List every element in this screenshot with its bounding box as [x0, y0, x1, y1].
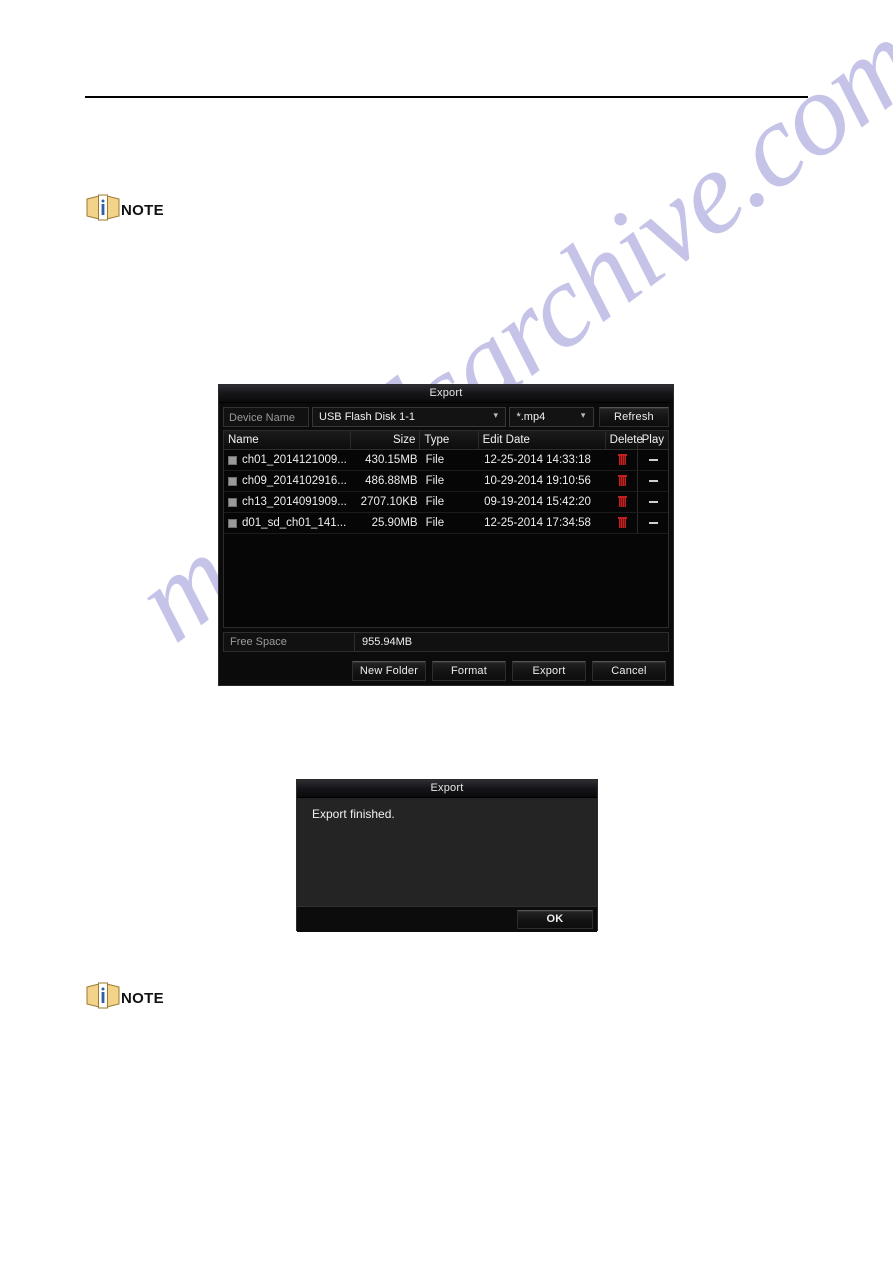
free-space-row: Free Space 955.94MB [223, 632, 669, 652]
file-type: File [425, 496, 445, 508]
cancel-button[interactable]: Cancel [592, 661, 666, 681]
file-type: File [425, 454, 445, 466]
file-name: ch13_2014091909... [242, 496, 347, 508]
table-row[interactable]: ch01_2014121009... 430.15MB File 12-25-2… [224, 450, 668, 471]
chevron-down-icon: ▾ [493, 410, 498, 420]
file-table: Name Size Type Edit Date Delete Play ch0… [223, 430, 669, 628]
delete-cell[interactable] [608, 450, 639, 470]
format-button[interactable]: Format [432, 661, 506, 681]
dash-icon [648, 500, 658, 503]
export-dialog: Export Device Name USB Flash Disk 1-1 ▾ … [218, 384, 674, 686]
column-header-type[interactable]: Type [420, 431, 479, 449]
refresh-button[interactable]: Refresh [598, 407, 669, 427]
file-date: 10-29-2014 19:10:56 [484, 475, 591, 487]
dash-icon [648, 458, 658, 461]
file-size: 486.88MB [365, 475, 418, 487]
device-name-label: Device Name [223, 407, 310, 427]
file-type: File [425, 475, 445, 487]
file-name: d01_sd_ch01_141... [242, 517, 347, 529]
delete-cell[interactable] [608, 471, 639, 491]
dash-icon [648, 479, 658, 482]
column-header-date[interactable]: Edit Date [479, 431, 606, 449]
note-book-icon [86, 982, 120, 1010]
column-header-size[interactable]: Size [351, 431, 421, 449]
file-checkbox[interactable] [228, 455, 237, 465]
delete-cell[interactable] [608, 513, 639, 533]
play-cell[interactable] [638, 513, 668, 533]
device-select-value: USB Flash Disk 1-1 [319, 411, 415, 423]
trash-icon[interactable] [618, 475, 628, 487]
trash-icon[interactable] [618, 454, 628, 466]
file-date: 09-19-2014 15:42:20 [484, 496, 591, 508]
dialog-footer: OK [297, 906, 597, 932]
free-space-value: 955.94MB [362, 636, 413, 648]
table-header-row: Name Size Type Edit Date Delete Play [224, 431, 668, 450]
table-empty-area [224, 534, 668, 627]
page-header-rule [85, 96, 808, 98]
play-cell[interactable] [638, 492, 668, 512]
note-book-icon [86, 194, 120, 222]
export-finished-dialog: Export Export finished. OK [296, 779, 598, 932]
dialog-title: Export [297, 780, 597, 798]
ok-button[interactable]: OK [517, 910, 593, 929]
file-size: 430.15MB [365, 454, 418, 466]
file-name: ch09_2014102916... [242, 475, 347, 487]
dialog-button-row: New Folder Format Export Cancel [219, 661, 673, 681]
dialog-title: Export [219, 385, 673, 403]
play-cell[interactable] [638, 450, 668, 470]
column-header-play: Play [641, 434, 665, 446]
table-row[interactable]: ch13_2014091909... 2707.10KB File 09-19-… [224, 492, 668, 513]
column-header-name[interactable]: Name [224, 431, 351, 449]
note-block-2: NOTE [86, 982, 164, 1010]
device-row: Device Name USB Flash Disk 1-1 ▾ *.mp4 ▾… [219, 403, 673, 430]
note-label: NOTE [121, 989, 164, 1007]
file-format-value: *.mp4 [516, 411, 546, 423]
dialog-message: Export finished. [297, 798, 597, 906]
file-format-select[interactable]: *.mp4 ▾ [509, 407, 594, 427]
file-type: File [425, 517, 445, 529]
device-select[interactable]: USB Flash Disk 1-1 ▾ [312, 407, 507, 427]
table-row[interactable]: ch09_2014102916... 486.88MB File 10-29-2… [224, 471, 668, 492]
table-row[interactable]: d01_sd_ch01_141... 25.90MB File 12-25-20… [224, 513, 668, 534]
note-block-1: NOTE [86, 194, 164, 222]
file-checkbox[interactable] [228, 497, 237, 507]
file-date: 12-25-2014 14:33:18 [484, 454, 591, 466]
file-size: 2707.10KB [360, 496, 418, 508]
file-checkbox[interactable] [228, 518, 237, 528]
file-date: 12-25-2014 17:34:58 [484, 517, 591, 529]
file-name: ch01_2014121009... [242, 454, 347, 466]
file-size: 25.90MB [371, 517, 418, 529]
free-space-label: Free Space [224, 633, 355, 651]
delete-cell[interactable] [608, 492, 639, 512]
file-checkbox[interactable] [228, 476, 237, 486]
trash-icon[interactable] [618, 496, 628, 508]
note-label: NOTE [121, 201, 164, 219]
play-cell[interactable] [638, 471, 668, 491]
column-header-delete: Delete [606, 431, 643, 449]
trash-icon[interactable] [618, 517, 628, 529]
dash-icon [648, 521, 658, 524]
new-folder-button[interactable]: New Folder [352, 661, 426, 681]
chevron-down-icon: ▾ [580, 410, 586, 420]
export-button[interactable]: Export [512, 661, 586, 681]
